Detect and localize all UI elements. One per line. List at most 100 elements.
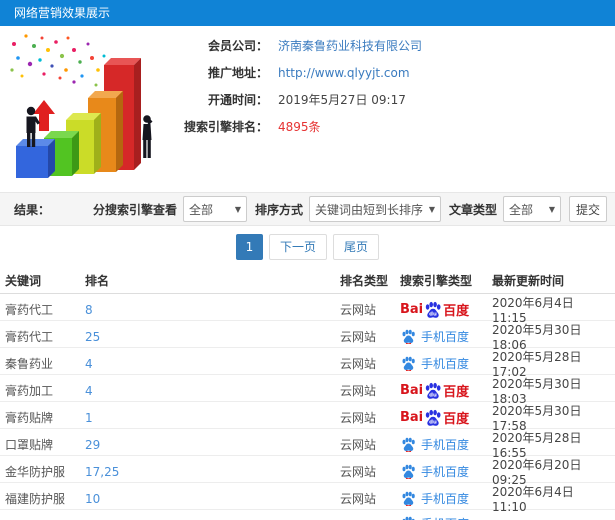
results-table: 关键词 排名 排名类型 搜索引擎类型 最新更新时间 膏药代工 8 云网站 Bai… — [0, 268, 615, 520]
table-row: 福建防护服 10 云网站 手机百度 2020年6月4日 11:10 — [0, 483, 615, 514]
article-type-label: 文章类型 — [448, 202, 497, 217]
last-page-button[interactable]: 尾页 — [333, 234, 380, 260]
confetti — [10, 34, 114, 90]
rank-type-cell: 云网站 — [340, 411, 377, 425]
rank-type-cell: 云网站 — [340, 492, 377, 506]
col-header-keyword: 关键词 — [5, 274, 42, 288]
baidu-pc-logo-suffix: 百度 — [443, 304, 470, 319]
keyword-cell: 福建防护服 — [5, 492, 66, 506]
open-time-label: 开通时间： — [207, 93, 268, 107]
company-link[interactable]: 济南秦鲁药业科技有限公司 — [278, 37, 422, 54]
bar-chart-illustration — [4, 30, 172, 184]
svg-text:du: du — [429, 392, 437, 398]
rank-link[interactable]: 4 — [85, 384, 93, 398]
baidu-pc-logo-prefix: Bai — [400, 410, 424, 425]
page-title: 网络营销效果展示 — [14, 6, 111, 20]
baidu-paw-icon — [402, 464, 415, 479]
rank-link[interactable]: 10 — [85, 492, 100, 506]
rank-link[interactable]: 8 — [85, 303, 93, 317]
baidu-pc-logo-suffix: 百度 — [443, 412, 470, 427]
chevron-down-icon: ▼ — [234, 204, 241, 214]
engine-view-selected: 全部 — [188, 202, 213, 217]
baidu-mobile-label: 手机百度 — [421, 465, 470, 479]
up-arrow-icon — [33, 100, 55, 131]
submit-button[interactable]: 提交 — [569, 196, 607, 222]
baidu-mobile-label: 手机百度 — [421, 492, 470, 506]
keyword-cell: 膏药代工 — [5, 330, 54, 344]
svg-text:du: du — [429, 419, 437, 425]
next-page-button[interactable]: 下一页 — [268, 234, 327, 260]
table-row: 膏药加工 4 云网站 Bai du 百度 2020年5月30日 18:03 — [0, 375, 615, 406]
baidu-mobile-label: 手机百度 — [421, 438, 470, 452]
filter-bar: 结果： 分搜索引擎查看 全部 ▼ 排序方式 关键词由短到长排序 ▼ 文章类型 全… — [0, 192, 615, 226]
baidu-mobile-logo: 手机百度 — [400, 436, 492, 453]
rank-type-cell: 云网站 — [340, 465, 377, 479]
rank-type-cell: 云网站 — [340, 303, 377, 317]
baidu-paw-icon — [402, 356, 415, 371]
page-button-current[interactable]: 1 — [235, 234, 263, 260]
rank-type-cell: 云网站 — [340, 438, 377, 452]
table-row: 膏药代工 25 云网站 手机百度 2020年5月30日 18:06 — [0, 321, 615, 352]
company-label: 会员公司： — [207, 39, 268, 53]
table-row: 膏药代工 8 云网站 Bai du 百度 2020年6月4日 11:15 — [0, 294, 615, 325]
rank-link[interactable]: 29 — [85, 438, 100, 452]
baidu-paw-icon — [402, 437, 415, 452]
baidu-pc-logo: Bai du 百度 — [400, 408, 492, 427]
rank-type-cell: 云网站 — [340, 330, 377, 344]
sort-selected: 关键词由短到长排序 — [314, 202, 423, 217]
info-row-open-time: 开通时间： 2019年5月27日 09:17 — [176, 86, 615, 113]
baidu-mobile-logo: 手机百度 — [400, 515, 492, 520]
engine-view-label: 分搜索引擎查看 — [92, 202, 177, 217]
pagination: 1 下一页 尾页 — [0, 226, 615, 268]
svg-text:du: du — [429, 311, 437, 317]
article-type-select[interactable]: 全部 ▼ — [503, 196, 561, 222]
baidu-pc-logo-suffix: 百度 — [443, 385, 470, 400]
baidu-mobile-label: 手机百度 — [421, 515, 469, 520]
baidu-mobile-logo: 手机百度 — [400, 328, 492, 345]
col-header-updated: 最新更新时间 — [492, 274, 565, 288]
baidu-pc-logo: Bai du 百度 — [400, 300, 492, 319]
keyword-cell: 膏药贴牌 — [5, 411, 54, 425]
rank-type-cell: 云网站 — [340, 384, 377, 398]
rank-link[interactable]: 17,25 — [85, 465, 119, 479]
table-row: 金华防护服 17,25 云网站 手机百度 2020年6月20日 09:25 — [0, 456, 615, 487]
engine-rank-label: 搜索引擎排名： — [183, 120, 268, 134]
rank-link[interactable]: 1 — [85, 411, 93, 425]
bar-chart-illustration-svg — [10, 34, 153, 178]
info-form: 会员公司： 济南秦鲁药业科技有限公司 推广地址： http://www.qlyy… — [176, 26, 615, 140]
chevron-down-icon: ▼ — [548, 204, 555, 214]
baidu-paw-icon — [402, 516, 415, 520]
keyword-cell: 秦鲁药业 — [5, 357, 54, 371]
baidu-paw-icon: du — [425, 382, 441, 399]
baidu-paw-icon: du — [425, 301, 441, 318]
info-section: 会员公司： 济南秦鲁药业科技有限公司 推广地址： http://www.qlyy… — [0, 26, 615, 192]
page: 网络营销效果展示 会员公司： 济南秦鲁药业科技有限公司 推广地址： http:/… — [0, 0, 615, 520]
keyword-cell: 口罩贴牌 — [5, 438, 54, 452]
col-header-engine-type: 搜索引擎类型 — [400, 274, 473, 288]
article-type-selected: 全部 — [509, 202, 534, 217]
baidu-mobile-label: 手机百度 — [421, 357, 470, 371]
open-time-value: 2019年5月27日 09:17 — [278, 93, 406, 107]
person-figure-right — [142, 115, 153, 158]
baidu-paw-icon — [402, 491, 415, 506]
col-header-rank: 排名 — [85, 274, 110, 288]
table-header-row: 关键词 排名 排名类型 搜索引擎类型 最新更新时间 — [0, 268, 615, 294]
keyword-cell: 金华防护服 — [5, 465, 66, 479]
info-row-url: 推广地址： http://www.qlyyjt.com — [176, 59, 615, 86]
updated-cell: 2020年6月4日 11:10 — [492, 485, 574, 514]
chevron-down-icon: ▼ — [428, 204, 435, 214]
baidu-paw-icon — [402, 329, 415, 344]
info-row-company: 会员公司： 济南秦鲁药业科技有限公司 — [176, 32, 615, 59]
sort-select[interactable]: 关键词由短到长排序 ▼ — [308, 196, 441, 222]
baidu-mobile-logo: 手机百度 — [400, 355, 492, 372]
rank-link[interactable]: 4 — [85, 357, 93, 371]
baidu-pc-logo-prefix: Bai — [400, 302, 424, 317]
promo-url-link[interactable]: http://www.qlyyjt.com — [278, 66, 410, 80]
engine-rank-count: 4895条 — [278, 120, 321, 134]
keyword-cell: 膏药代工 — [5, 303, 54, 317]
table-body: 膏药代工 8 云网站 Bai du 百度 2020年6月4日 11:15 膏药代工 … — [0, 294, 615, 520]
engine-view-select[interactable]: 全部 ▼ — [182, 196, 247, 222]
baidu-mobile-logo: 手机百度 — [400, 463, 492, 480]
rank-link[interactable]: 25 — [85, 330, 100, 344]
titlebar: 网络营销效果展示 — [0, 0, 615, 26]
